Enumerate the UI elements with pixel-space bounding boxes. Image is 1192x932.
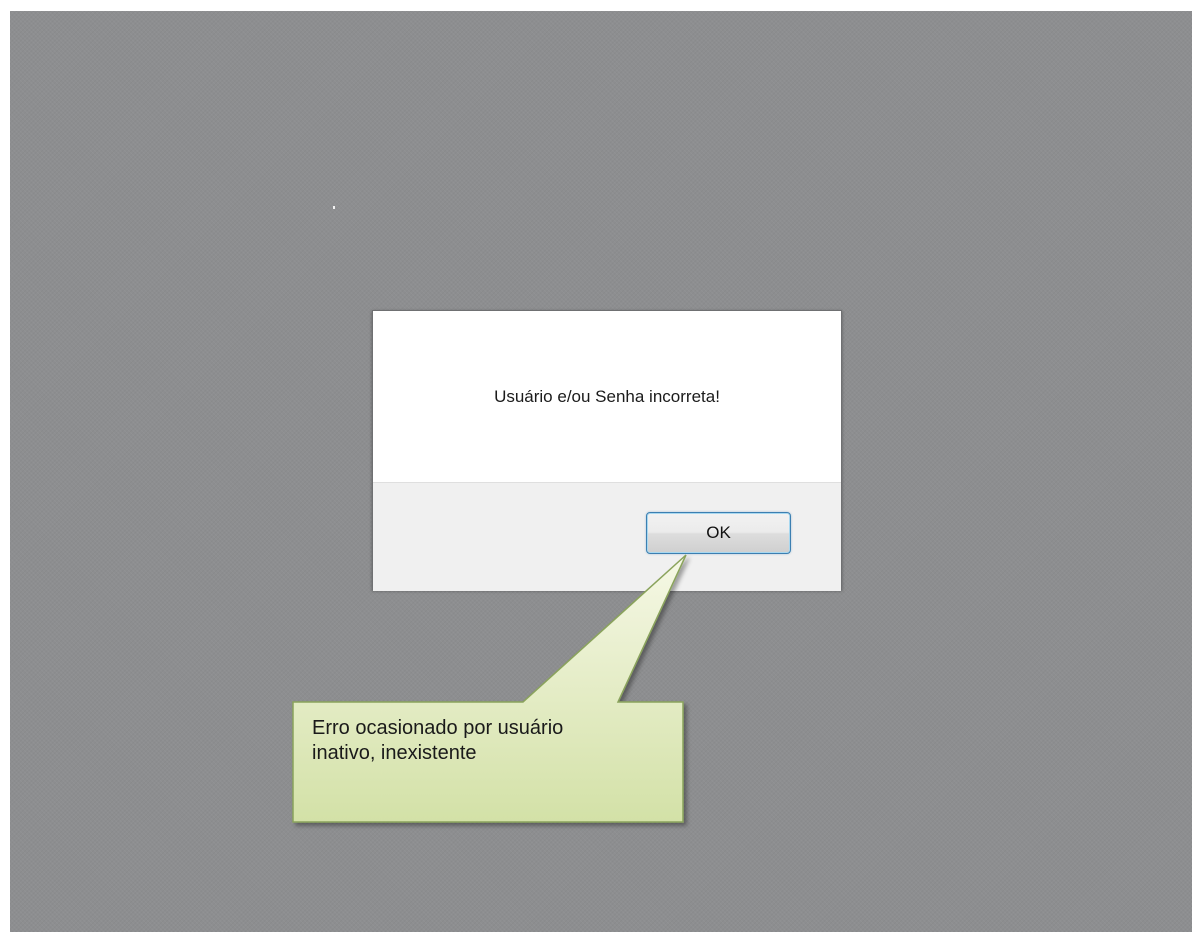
dialog-footer: OK	[373, 482, 841, 591]
ok-button[interactable]: OK	[646, 512, 791, 554]
callout-line-2: inativo, inexistente	[312, 742, 477, 764]
dialog-message: Usuário e/ou Senha incorreta!	[494, 387, 720, 406]
background-speck	[333, 206, 335, 209]
callout-text: Erro ocasionado por usuário inativo, ine…	[312, 716, 672, 766]
callout-line-1: Erro ocasionado por usuário	[312, 717, 564, 739]
alert-dialog: Usuário e/ou Senha incorreta! OK	[372, 310, 842, 591]
dialog-body: Usuário e/ou Senha incorreta!	[373, 311, 841, 482]
